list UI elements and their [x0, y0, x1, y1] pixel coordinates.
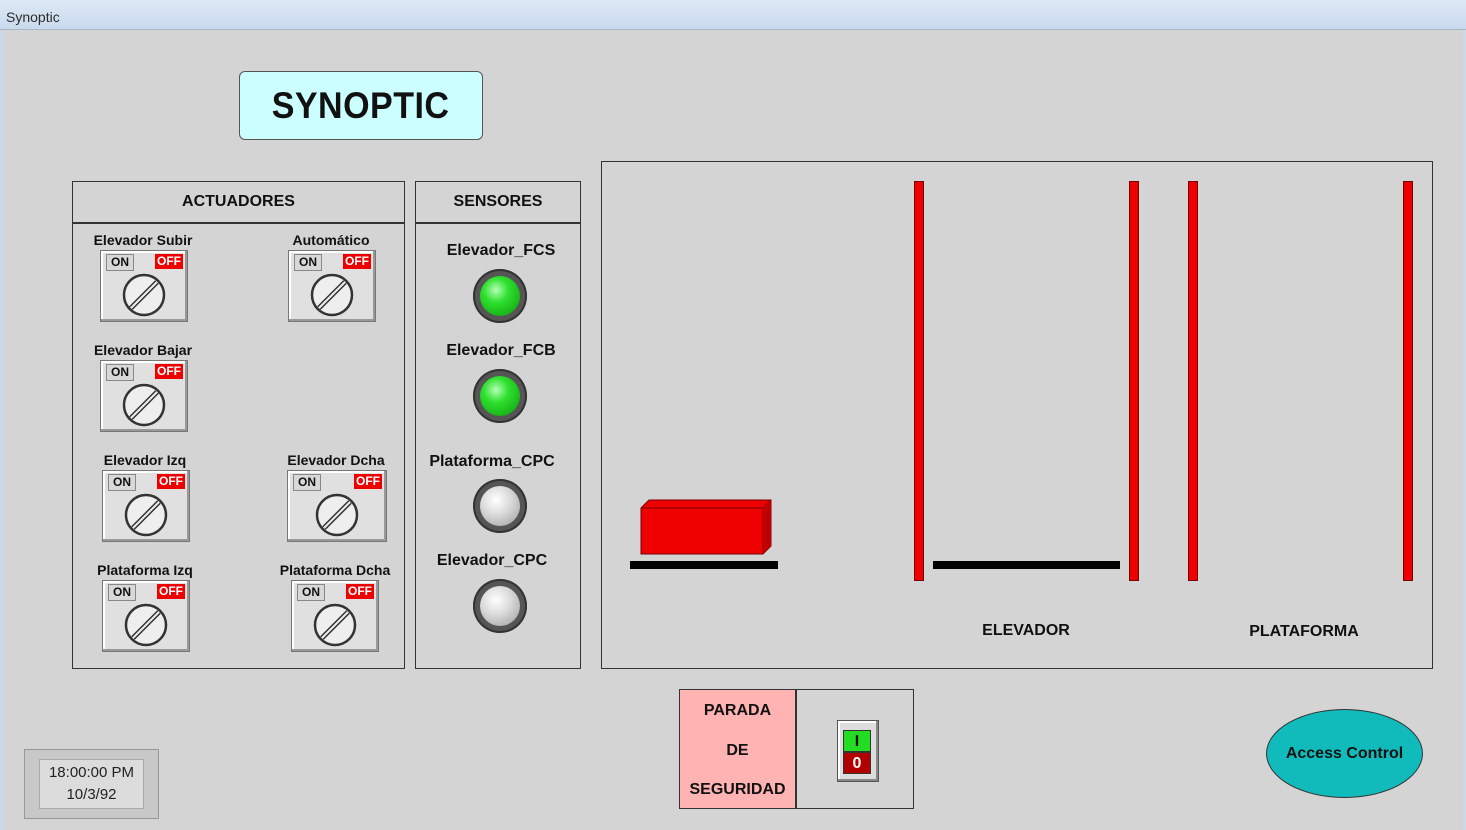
clock-face: 18:00:00 PM 10/3/92 [39, 759, 144, 809]
switch-plataforma-dcha[interactable]: ON OFF [291, 580, 379, 652]
switch-off-label: OFF [346, 584, 374, 599]
clock-date: 10/3/92 [66, 786, 117, 803]
clock-widget: 18:00:00 PM 10/3/92 [24, 749, 159, 819]
emergency-stop-line3: SEGURIDAD [689, 781, 786, 798]
access-control-label: Access Control [1285, 744, 1404, 762]
sensor-lamp-elevador-fcs [473, 269, 527, 323]
elevator-label: ELEVADOR [982, 622, 1070, 639]
sensor-label-elevador-cpc: Elevador_CPC [436, 552, 548, 569]
actuator-label-plataforma-dcha: Plataforma Dcha [279, 562, 391, 578]
emergency-stop-line2: DE [726, 742, 749, 759]
window-titlebar: Synoptic [0, 0, 1466, 30]
switch-on-label: ON [293, 474, 321, 491]
actuator-label-automatico: Automático [292, 232, 370, 248]
synoptic-diagram: ELEVADOR PLATAFORMA [601, 161, 1433, 669]
sensor-lamp-plataforma-cpc [473, 479, 527, 533]
load-box [640, 499, 772, 555]
platform-left-guide [1188, 181, 1198, 581]
sensor-label-elevador-fcb: Elevador_FCB [446, 342, 556, 359]
emergency-stop-line1: PARADA [703, 702, 772, 719]
toggle-off-segment: 0 [843, 752, 871, 774]
switch-off-label: OFF [157, 584, 185, 599]
access-control-button[interactable]: Access Control [1266, 709, 1423, 798]
switch-automatico[interactable]: ON OFF [288, 250, 376, 322]
switch-off-label: OFF [343, 254, 371, 269]
switch-on-label: ON [108, 584, 136, 601]
page-title: SYNOPTIC [272, 84, 450, 126]
switch-off-label: OFF [157, 474, 185, 489]
elevator-right-guide [1129, 181, 1139, 581]
window-title: Synoptic [6, 9, 60, 25]
switch-elevador-izq[interactable]: ON OFF [102, 470, 190, 542]
switch-off-label: OFF [354, 474, 382, 489]
switch-on-label: ON [106, 254, 134, 271]
elevator-left-guide [914, 181, 924, 581]
emergency-stop-toggle[interactable]: I 0 [837, 720, 879, 782]
actuator-label-elevador-izq: Elevador Izq [103, 452, 187, 468]
actuators-heading: ACTUADORES [73, 182, 404, 224]
actuator-label-elevador-subir: Elevador Subir [93, 232, 193, 248]
selector-knob-icon [310, 273, 354, 317]
emergency-stop-panel: PARADA DE SEGURIDAD I 0 [679, 689, 914, 809]
actuator-label-plataforma-izq: Plataforma Izq [97, 562, 193, 578]
page-title-box: SYNOPTIC [239, 71, 483, 140]
actuator-label-elevador-bajar: Elevador Bajar [93, 342, 193, 358]
emergency-stop-label: PARADA DE SEGURIDAD [680, 690, 797, 808]
selector-knob-icon [122, 383, 166, 427]
sensor-label-elevador-fcs: Elevador_FCS [446, 242, 556, 259]
switch-elevador-bajar[interactable]: ON OFF [100, 360, 188, 432]
sensor-label-plataforma-cpc: Plataforma_CPC [429, 453, 555, 470]
switch-on-label: ON [108, 474, 136, 491]
switch-plataforma-izq[interactable]: ON OFF [102, 580, 190, 652]
switch-on-label: ON [294, 254, 322, 271]
selector-knob-icon [122, 273, 166, 317]
selector-knob-icon [124, 493, 168, 537]
switch-elevador-dcha[interactable]: ON OFF [287, 470, 387, 542]
selector-knob-icon [313, 603, 357, 647]
switch-on-label: ON [297, 584, 325, 601]
elevator-platform-rail [933, 561, 1120, 569]
switch-elevador-subir[interactable]: ON OFF [100, 250, 188, 322]
toggle-on-segment: I [843, 730, 871, 752]
actuator-label-elevador-dcha: Elevador Dcha [287, 452, 385, 468]
clock-time: 18:00:00 PM [48, 764, 135, 781]
selector-knob-icon [124, 603, 168, 647]
switch-on-label: ON [106, 364, 134, 381]
switch-off-label: OFF [155, 254, 183, 269]
switch-off-label: OFF [155, 364, 183, 379]
platform-label: PLATAFORMA [1249, 623, 1359, 640]
selector-knob-icon [315, 493, 359, 537]
platform-right-guide [1403, 181, 1413, 581]
sensor-lamp-elevador-fcb [473, 369, 527, 423]
sensor-lamp-elevador-cpc [473, 579, 527, 633]
input-conveyor-rail [630, 561, 778, 569]
sensors-heading: SENSORES [416, 182, 580, 224]
